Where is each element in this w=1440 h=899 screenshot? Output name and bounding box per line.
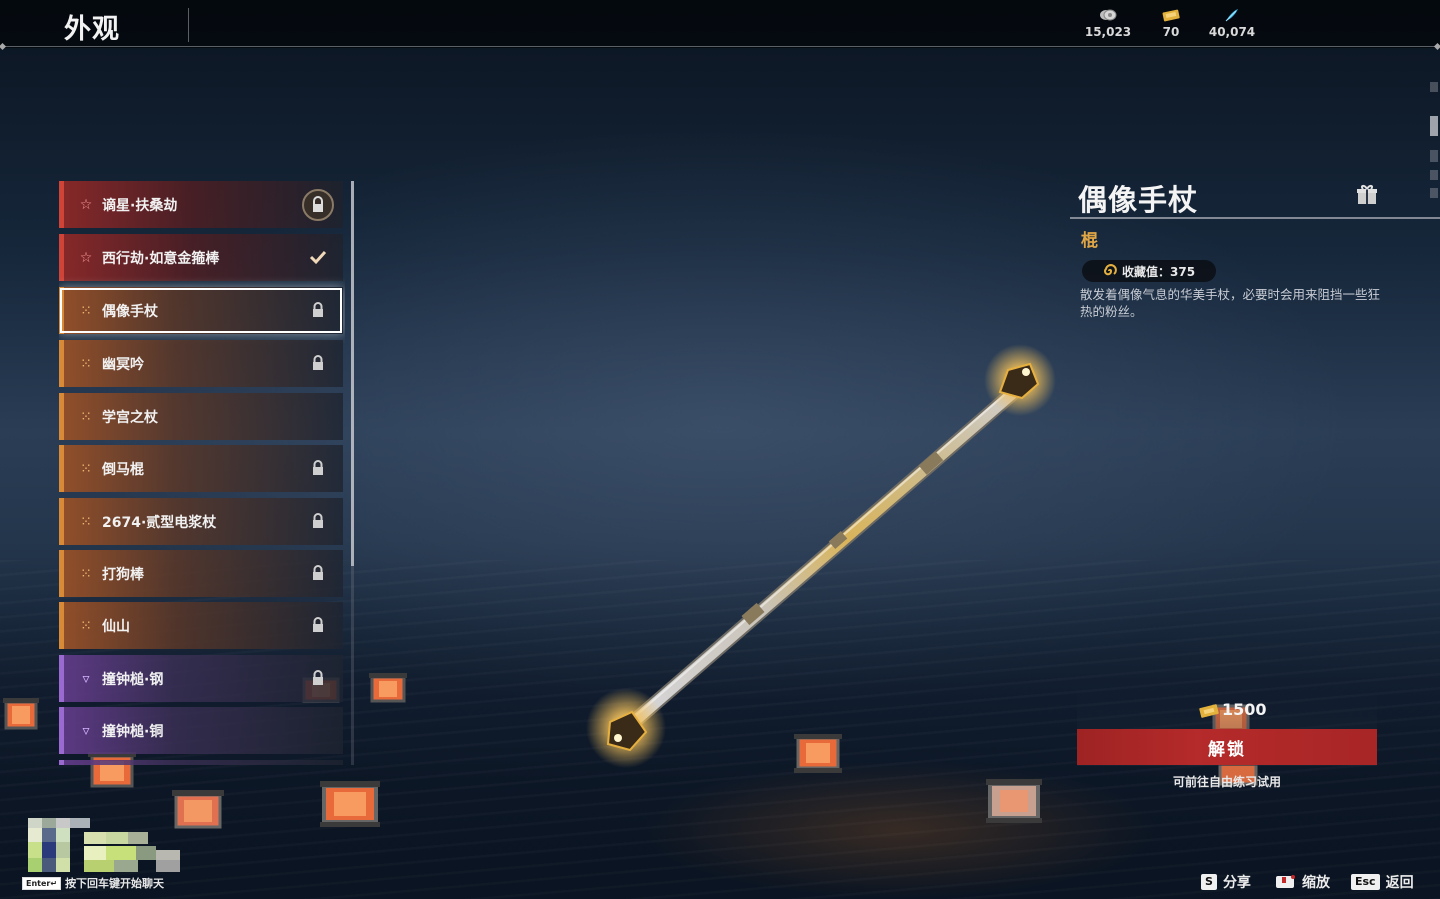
feather-currency-value: 40,074 — [1208, 25, 1256, 39]
gold-currency-value: 70 — [1162, 25, 1180, 39]
list-item-partial[interactable] — [59, 760, 343, 765]
share-label: 分享 — [1222, 875, 1251, 891]
collection-value: 收藏值：375 — [1122, 264, 1196, 279]
weapon-staff-render — [586, 344, 1056, 768]
divider-ornament — [1433, 42, 1440, 51]
zoom-label: 缩放 — [1302, 875, 1330, 891]
esc-key-badge: Esc — [1351, 874, 1380, 890]
currency-silver: 15,023 — [1078, 8, 1138, 39]
dot-cluster-icon: ⁙ — [80, 302, 92, 319]
page-indicator — [1430, 188, 1438, 198]
locked-badge-icon — [302, 189, 334, 221]
list-item-label: 撞钟槌·铜 — [102, 723, 164, 740]
title-separator — [188, 8, 189, 42]
triangle-dots-icon: ▿ — [82, 722, 90, 739]
lantern-decoration — [3, 698, 39, 730]
page-indicator — [1430, 170, 1438, 180]
list-scrollbar-thumb[interactable] — [351, 181, 354, 566]
list-item[interactable]: ⁙ 学宫之杖 — [59, 393, 343, 440]
list-item-label: 谪星·扶桑劫 — [102, 197, 178, 214]
list-item-label: 幽冥吟 — [102, 356, 144, 373]
item-description: 散发着偶像气息的华美手杖，必要时会用来阻挡一些狂热的粉丝。 — [1080, 287, 1381, 319]
detail-divider — [1070, 217, 1440, 219]
lock-icon — [313, 565, 323, 580]
trial-hint: 可前往自由练习试用 — [1172, 775, 1281, 789]
back-hint[interactable]: Esc 返回 — [1351, 872, 1414, 892]
mouse-wheel-icon — [1276, 875, 1295, 888]
collection-spiral-icon — [1104, 264, 1117, 276]
collection-value-badge: 收藏值：375 — [1082, 260, 1216, 282]
list-item-label: 西行劫·如意金箍棒 — [102, 250, 220, 267]
silver-coin-icon — [1100, 9, 1117, 21]
zoom-hint[interactable]: 缩放 — [1275, 872, 1330, 892]
gold-ticket-icon — [1199, 703, 1219, 718]
lock-icon — [313, 460, 323, 475]
silver-currency-value: 15,023 — [1084, 25, 1132, 39]
enter-key-badge: Enter↵ — [22, 876, 62, 890]
list-item-selected[interactable]: ⁙ 偶像手杖 — [59, 287, 343, 334]
item-type: 棍 — [1081, 231, 1098, 251]
list-item-label: 撞钟槌·钢 — [102, 671, 164, 688]
list-item-label: 偶像手杖 — [102, 303, 158, 320]
gift-icon[interactable] — [1355, 183, 1379, 207]
lock-icon — [313, 670, 323, 685]
blurred-avatar — [28, 818, 180, 872]
currency-gold: 70 — [1141, 8, 1201, 39]
list-item[interactable]: ⁙ 倒马棍 — [59, 445, 343, 492]
lock-icon — [313, 617, 323, 632]
back-label: 返回 — [1385, 875, 1414, 891]
star-outline-icon: ☆ — [79, 249, 93, 266]
triangle-dots-icon: ▿ — [82, 670, 90, 687]
list-item[interactable]: ☆ 谪星·扶桑劫 — [59, 181, 343, 228]
skin-list: ☆ 谪星·扶桑劫 ☆ 西行劫·如意金箍棒 ⁙ 偶像手杖 ⁙ 幽冥吟 ⁙ 学宫之杖… — [59, 181, 345, 765]
share-hint[interactable]: S 分享 — [1201, 872, 1251, 892]
page-indicator — [1430, 150, 1438, 162]
dot-cluster-icon: ⁙ — [80, 355, 92, 372]
blue-feather-icon — [1225, 9, 1238, 22]
page-indicator-active — [1430, 116, 1438, 136]
list-item-label: 打狗棒 — [102, 566, 144, 583]
page-title: 外观 — [64, 14, 120, 45]
list-item[interactable]: ⁙ 打狗棒 — [59, 550, 343, 597]
dot-cluster-icon: ⁙ — [80, 513, 92, 530]
equipped-check-icon — [309, 250, 327, 265]
gold-ticket-icon — [1162, 9, 1180, 22]
dot-cluster-icon: ⁙ — [80, 565, 92, 582]
page-indicator — [1430, 82, 1438, 92]
dot-cluster-icon: ⁙ — [80, 408, 92, 425]
list-item[interactable]: ⁙ 幽冥吟 — [59, 340, 343, 387]
lantern-decoration — [986, 779, 1042, 823]
item-title: 偶像手杖 — [1078, 183, 1199, 217]
list-item[interactable]: ⁙ 仙山 — [59, 602, 343, 649]
lock-icon — [313, 513, 323, 528]
list-item-label: 2674·贰型电浆杖 — [102, 514, 217, 531]
dot-cluster-icon: ⁙ — [80, 617, 92, 634]
list-item-label: 仙山 — [102, 618, 130, 635]
top-bar-divider — [4, 46, 1436, 47]
unlock-price: 1500 — [1198, 700, 1267, 719]
s-key-badge: S — [1201, 874, 1217, 890]
chat-hint-text: 按下回车键开始聊天 — [65, 877, 165, 890]
currency-feather: 40,074 — [1202, 8, 1262, 39]
list-item-label: 倒马棍 — [102, 461, 144, 478]
unlock-price-value: 1500 — [1222, 700, 1267, 719]
list-item[interactable]: ▿ 撞钟槌·钢 — [59, 655, 343, 702]
star-outline-icon: ☆ — [79, 196, 93, 213]
unlock-button[interactable]: 解锁 — [1077, 729, 1377, 765]
list-item[interactable]: ▿ 撞钟槌·铜 — [59, 707, 343, 754]
lantern-decoration — [320, 781, 380, 827]
list-item-label: 学宫之杖 — [102, 409, 158, 426]
lock-icon — [313, 355, 323, 370]
lock-icon — [313, 302, 323, 317]
chat-hint: Enter↵ 按下回车键开始聊天 — [22, 875, 164, 891]
lantern-decoration — [369, 673, 407, 703]
list-item[interactable]: ☆ 西行劫·如意金箍棒 — [59, 234, 343, 281]
dot-cluster-icon: ⁙ — [80, 460, 92, 477]
list-item[interactable]: ⁙ 2674·贰型电浆杖 — [59, 498, 343, 545]
